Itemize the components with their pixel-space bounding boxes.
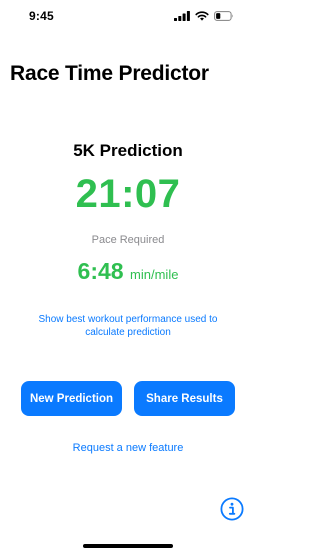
new-prediction-button[interactable]: New Prediction: [21, 381, 122, 416]
pace-value: 6:48: [77, 258, 124, 284]
show-workout-details-link[interactable]: Show best workout performance used to ca…: [28, 313, 228, 339]
page-title: Race Time Predictor: [10, 62, 209, 85]
share-results-button[interactable]: Share Results: [134, 381, 235, 416]
info-icon: [220, 497, 244, 525]
pace-readout: 6:48 min/mile: [0, 258, 256, 285]
predicted-time: 21:07: [75, 172, 181, 216]
info-button[interactable]: [220, 497, 244, 521]
pace-unit: min/mile: [130, 267, 179, 282]
request-feature-link[interactable]: Request a new feature: [0, 442, 256, 454]
status-icons: [174, 10, 234, 22]
app-screen: 9:45 Race Time Predictor 5K Prediction 2…: [0, 0, 256, 554]
pace-label: Pace Required: [91, 234, 165, 246]
battery-icon: [214, 11, 234, 21]
status-bar: 9:45: [0, 0, 256, 36]
prediction-heading: 5K Prediction: [73, 141, 183, 160]
cellular-signal-icon: [174, 11, 190, 21]
home-indicator: [83, 544, 173, 548]
wifi-icon: [195, 11, 209, 21]
status-time: 9:45: [29, 9, 54, 23]
